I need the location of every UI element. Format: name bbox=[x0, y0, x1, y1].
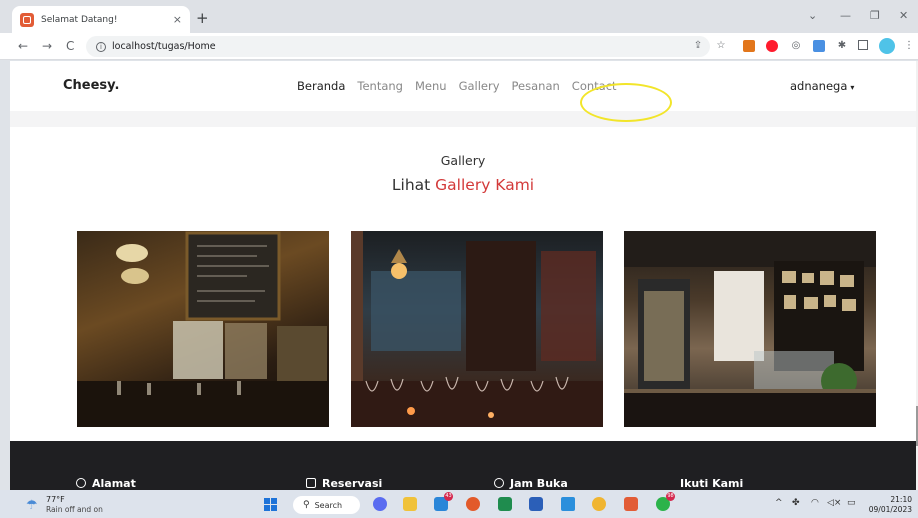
gallery-photo-wine-glasses bbox=[351, 231, 603, 427]
battery-icon[interactable]: ▭ bbox=[847, 498, 856, 508]
minimize-button[interactable]: — bbox=[840, 9, 851, 22]
footer-jam-buka-label: Jam Buka bbox=[510, 477, 568, 490]
footer-reservasi: Reservasi bbox=[306, 477, 382, 490]
tab-strip: Selamat Datang! × + ⌄ — ❐ ✕ bbox=[0, 0, 918, 33]
user-name: adnanega bbox=[790, 79, 848, 93]
whatsapp-badge: 98 bbox=[666, 492, 675, 501]
footer-ikuti-kami: Ikuti Kami bbox=[680, 477, 744, 490]
nav-link-gallery[interactable]: Gallery bbox=[459, 79, 500, 93]
address-bar[interactable]: i localhost/tugas/Home bbox=[86, 36, 710, 57]
screenshot-extension-icon[interactable]: ◎ bbox=[790, 40, 802, 52]
gallery-section: Gallery Lihat Gallery Kami bbox=[10, 127, 916, 441]
user-dropdown[interactable]: adnanega ▾ bbox=[790, 79, 854, 93]
weather-rain-icon[interactable]: ☂ bbox=[26, 498, 38, 513]
dropdown-caret-icon: ▾ bbox=[850, 83, 855, 92]
annotation-highlight-ellipse bbox=[580, 83, 672, 122]
mail-badge: 43 bbox=[444, 492, 453, 501]
opera-extension-icon[interactable] bbox=[766, 40, 778, 52]
taskbar-search[interactable]: ⚲ Search bbox=[293, 496, 360, 514]
gallery-title-accent: Gallery Kami bbox=[435, 176, 535, 194]
office-app-icon[interactable] bbox=[466, 497, 480, 511]
tab-close-icon[interactable]: × bbox=[173, 13, 182, 26]
profile-avatar[interactable] bbox=[879, 38, 895, 54]
nav-link-beranda[interactable]: Beranda bbox=[297, 79, 345, 93]
window-close-button[interactable]: ✕ bbox=[899, 9, 908, 22]
gallery-photo-restaurant-interior bbox=[77, 231, 329, 427]
meet-app-icon[interactable] bbox=[373, 497, 387, 511]
back-button[interactable]: ← bbox=[18, 39, 28, 53]
xampp-app-icon[interactable] bbox=[624, 497, 638, 511]
side-panel-icon[interactable] bbox=[858, 40, 868, 50]
gallery-photo-cafe-counter bbox=[624, 231, 876, 427]
browser-toolbar: ← → C i localhost/tugas/Home ⇪ ☆ ◎ ✱ ⋮ bbox=[0, 33, 918, 60]
clock-date: 09/01/2023 bbox=[868, 505, 912, 514]
site-favicon-icon bbox=[20, 12, 34, 27]
nav-link-menu[interactable]: Menu bbox=[415, 79, 447, 93]
site-navbar: Cheesy. Beranda Tentang Menu Gallery Pes… bbox=[10, 61, 916, 111]
site-menu: Beranda Tentang Menu Gallery Pesanan Con… bbox=[297, 79, 617, 93]
gallery-title-prefix: Lihat bbox=[391, 176, 431, 194]
clock-time: 21:10 bbox=[890, 495, 912, 504]
footer-reservasi-label: Reservasi bbox=[322, 477, 383, 490]
page-viewport: Cheesy. Beranda Tentang Menu Gallery Pes… bbox=[10, 61, 916, 490]
volume-icon[interactable]: ◁× bbox=[827, 498, 841, 508]
site-footer: Alamat Reservasi Jam Buka Ikuti Kami bbox=[10, 441, 916, 490]
forward-button[interactable]: → bbox=[42, 39, 52, 53]
site-brand[interactable]: Cheesy. bbox=[63, 78, 119, 93]
wifi-icon[interactable]: ◠ bbox=[811, 498, 819, 508]
gallery-subtitle: Gallery bbox=[440, 153, 486, 168]
tray-overflow-chevron-icon[interactable]: ^ bbox=[775, 498, 783, 508]
start-button[interactable] bbox=[264, 498, 277, 511]
word-app-icon[interactable] bbox=[529, 497, 543, 511]
nav-link-pesanan[interactable]: Pesanan bbox=[512, 79, 560, 93]
vscode-app-icon[interactable] bbox=[561, 497, 575, 511]
location-pin-icon bbox=[76, 478, 86, 488]
excel-app-icon[interactable] bbox=[498, 497, 512, 511]
weather-temperature[interactable]: 77°F bbox=[46, 495, 65, 504]
gallery-title: Lihat Gallery Kami bbox=[10, 176, 916, 194]
metamask-extension-icon[interactable] bbox=[743, 40, 755, 52]
browser-tab[interactable]: Selamat Datang! × bbox=[12, 6, 190, 33]
footer-alamat: Alamat bbox=[76, 477, 136, 490]
file-explorer-icon[interactable] bbox=[403, 497, 417, 511]
footer-alamat-label: Alamat bbox=[92, 477, 136, 490]
share-icon[interactable]: ⇪ bbox=[692, 40, 704, 52]
photo-restaurant-interior bbox=[77, 231, 329, 427]
site-info-icon[interactable]: i bbox=[96, 41, 106, 52]
clock-icon bbox=[494, 478, 504, 488]
extension-icon[interactable] bbox=[813, 40, 825, 52]
taskbar-clock[interactable]: 21:10 09/01/2023 bbox=[868, 495, 912, 515]
chrome-app-icon[interactable] bbox=[592, 497, 606, 511]
screen: Selamat Datang! × + ⌄ — ❐ ✕ ← → C i loca… bbox=[0, 0, 918, 518]
tray-app-icon[interactable]: ✤ bbox=[792, 498, 800, 508]
windows-taskbar: ☂ 77°F Rain off and on ⚲ Search 43 98 ^ … bbox=[0, 490, 918, 518]
bookmark-star-icon[interactable]: ☆ bbox=[715, 40, 727, 52]
weather-description[interactable]: Rain off and on bbox=[46, 505, 103, 514]
new-tab-button[interactable]: + bbox=[196, 9, 209, 27]
extensions-puzzle-icon[interactable]: ✱ bbox=[836, 40, 848, 52]
search-icon: ⚲ bbox=[303, 500, 310, 510]
tab-search-chevron-icon[interactable]: ⌄ bbox=[808, 9, 817, 22]
phone-icon bbox=[306, 478, 316, 488]
nav-link-tentang[interactable]: Tentang bbox=[357, 79, 403, 93]
tab-title: Selamat Datang! bbox=[41, 14, 118, 25]
taskbar-search-label: Search bbox=[314, 500, 343, 510]
photo-cafe-counter bbox=[624, 231, 876, 427]
reload-button[interactable]: C bbox=[66, 39, 74, 53]
browser-menu-icon[interactable]: ⋮ bbox=[903, 40, 915, 52]
restore-button[interactable]: ❐ bbox=[870, 9, 880, 22]
url-text: localhost/tugas/Home bbox=[112, 41, 216, 52]
footer-jam-buka: Jam Buka bbox=[494, 477, 568, 490]
photo-wine-glasses bbox=[351, 231, 603, 427]
